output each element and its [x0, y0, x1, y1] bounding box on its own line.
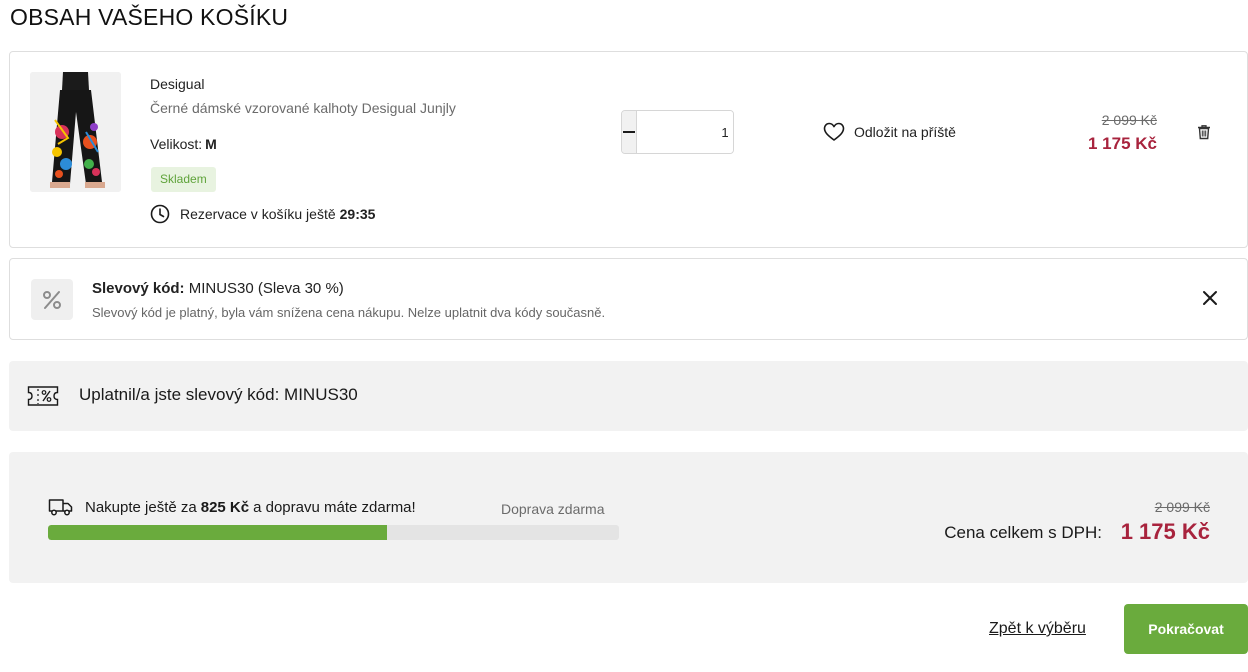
- page-title: OBSAH VAŠEHO KOŠÍKU: [10, 4, 289, 30]
- applied-code-text: Uplatnil/a jste slevový kód: MINUS30: [79, 385, 358, 404]
- heart-icon: [823, 122, 845, 141]
- stock-badge: Skladem: [151, 167, 216, 192]
- size-label: Velikost:: [150, 136, 203, 152]
- clock-icon: [150, 204, 170, 224]
- reservation-timer: Rezervace v košíku ještě 29:35: [150, 204, 375, 224]
- shipping-progress-fill: [48, 525, 387, 540]
- discount-code-description: Slevový kód je platný, byla vám snížena …: [92, 305, 606, 320]
- shipping-progress-bar: [48, 525, 619, 540]
- truck-icon: [48, 499, 73, 516]
- close-icon: [1203, 291, 1217, 305]
- ship-suffix: a dopravu máte zdarma!: [253, 498, 416, 516]
- order-summary: Nakupte ještě za 825 Kč a dopravu máte zda…: [9, 452, 1248, 583]
- total-price: 1 175 Kč: [1120, 519, 1210, 544]
- continue-button[interactable]: Pokračovat: [1124, 604, 1248, 654]
- save-for-later-button[interactable]: Odložit na příště: [823, 122, 956, 142]
- cart-item: Desigual Černé dámské vzorované kalhoty …: [9, 51, 1248, 248]
- percent-icon: [43, 290, 61, 309]
- discount-code-value: MINUS30 (Sleva 30 %): [188, 280, 344, 297]
- total-label: Cena celkem s DPH:: [944, 523, 1102, 542]
- remove-discount-button[interactable]: [1202, 290, 1218, 311]
- item-old-price: 2 099 Kč: [1101, 112, 1157, 128]
- coupon-icon: [27, 386, 59, 406]
- back-to-shopping-link[interactable]: Zpět k výběru: [989, 620, 1086, 638]
- free-shipping-label: Doprava zdarma: [501, 501, 605, 517]
- quantity-decrease-button[interactable]: [622, 111, 636, 153]
- free-shipping-message: Nakupte ještě za 825 Kč a dopravu máte zda…: [48, 498, 416, 516]
- reservation-text: Rezervace v košíku ještě: [180, 206, 336, 222]
- applied-code-box: Uplatnil/a jste slevový kód: MINUS30: [9, 361, 1248, 431]
- discount-code-box: Slevový kód: MINUS30 (Sleva 30 %) Slevov…: [9, 258, 1248, 340]
- size-value: M: [205, 136, 217, 152]
- minus-icon: [623, 131, 635, 133]
- quantity-input[interactable]: [636, 111, 733, 153]
- reservation-time: 29:35: [339, 206, 376, 222]
- percent-tile: [31, 279, 73, 320]
- remove-item-button[interactable]: [1197, 124, 1211, 145]
- trash-icon: [1198, 125, 1210, 140]
- ship-amount: 825 Kč: [200, 498, 250, 516]
- pants-product-photo-icon: [30, 72, 121, 192]
- quantity-stepper: [621, 110, 734, 154]
- item-price: 1 175 Kč: [1088, 134, 1157, 153]
- product-size: Velikost: M: [150, 136, 217, 152]
- product-name[interactable]: Černé dámské vzorované kalhoty Desigual …: [150, 100, 456, 116]
- coupon-icon-wrap: [27, 385, 59, 412]
- product-brand: Desigual: [150, 76, 205, 92]
- discount-code-label: Slevový kód:: [92, 280, 185, 297]
- ship-prefix: Nakupte ještě za: [85, 498, 197, 516]
- total-old-price: 2 099 Kč: [1154, 499, 1210, 515]
- discount-code-title: Slevový kód: MINUS30 (Sleva 30 %): [92, 280, 344, 297]
- save-for-later-label: Odložit na příště: [854, 124, 956, 140]
- product-image[interactable]: [30, 72, 121, 192]
